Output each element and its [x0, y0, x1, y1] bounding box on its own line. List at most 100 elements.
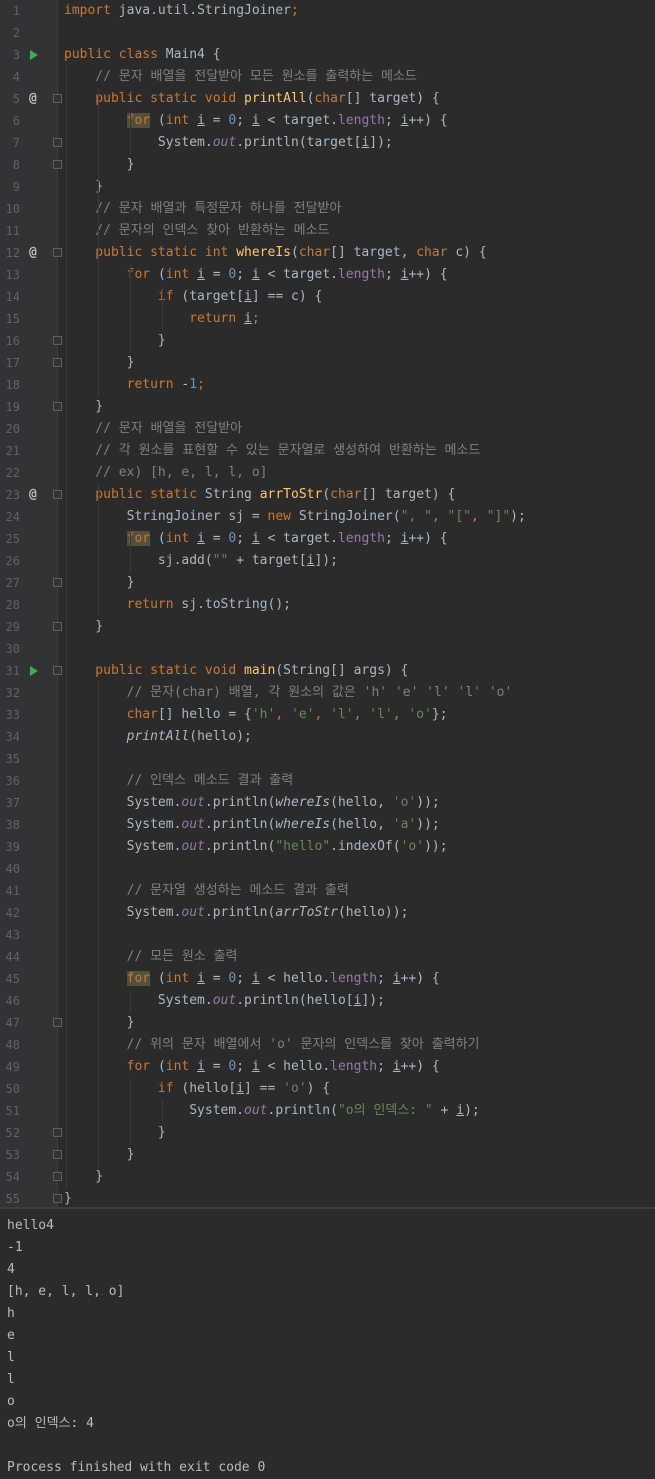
- code-line[interactable]: // 모든 원소 출력: [64, 946, 238, 968]
- code-line[interactable]: }: [64, 616, 103, 638]
- code-line[interactable]: }: [64, 1144, 135, 1166]
- code-line[interactable]: // 문자 배열을 전달받아 모든 원소를 출력하는 메소드: [64, 66, 417, 88]
- fold-icon[interactable]: [53, 1172, 62, 1181]
- fold-icon[interactable]: [53, 1194, 62, 1203]
- code-line[interactable]: }: [64, 154, 135, 176]
- code-line[interactable]: System.out.println("hello".indexOf('o'))…: [64, 836, 448, 858]
- code-line[interactable]: if (target[i] == c) {: [64, 286, 322, 308]
- code-token: public static: [64, 487, 205, 502]
- line-number: 17: [5, 356, 20, 370]
- code-token: i: [197, 531, 205, 546]
- code-line[interactable]: for (int i = 0; i < hello.length; i++) {: [64, 968, 440, 990]
- code-line[interactable]: for (int i = 0; i < hello.length; i++) {: [64, 1056, 440, 1078]
- override-icon[interactable]: @: [29, 242, 37, 264]
- code-line[interactable]: // 문자의 인덱스 찾아 반환하는 메소드: [64, 220, 329, 242]
- code-token: for: [126, 1059, 158, 1074]
- code-line[interactable]: // 위의 문자 배열에서 'o' 문자의 인덱스를 찾아 출력하기: [64, 1034, 480, 1056]
- run-console[interactable]: hello4 -1 4 [h, e, l, l, o] h e l l o o의 인덱스: 4 Pr…: [0, 1207, 655, 1478]
- fold-icon[interactable]: [53, 578, 62, 587]
- code-token: i: [251, 971, 260, 986]
- code-token: ", ": [400, 509, 432, 524]
- code-token: out: [244, 1103, 268, 1118]
- code-line[interactable]: if (hello[i] == 'o') {: [64, 1078, 330, 1100]
- code-token: ]);: [369, 135, 393, 150]
- code-line[interactable]: for (int i = 0; i < target.length; i++) …: [64, 264, 448, 286]
- code-token: new: [267, 509, 299, 524]
- code-line[interactable]: public class Main4 {: [64, 44, 221, 66]
- fold-icon[interactable]: [53, 138, 62, 147]
- code-line[interactable]: for (int i = 0; i < target.length; i++) …: [64, 528, 448, 550]
- code-line[interactable]: System.out.println(target[i]);: [64, 132, 393, 154]
- code-token: // 문자 배열을 전달받아: [64, 421, 243, 436]
- fold-icon[interactable]: [53, 94, 62, 103]
- fold-icon[interactable]: [53, 490, 62, 499]
- code-line[interactable]: char[] hello = {'h', 'e', 'l', 'l', 'o'}…: [64, 704, 448, 726]
- code-line[interactable]: }: [64, 572, 135, 594]
- code-line[interactable]: // 문자 배열을 전달받아: [64, 418, 242, 440]
- code-line[interactable]: }: [64, 1122, 166, 1144]
- console-line: h: [7, 1306, 15, 1321]
- code-line[interactable]: return -1;: [64, 374, 205, 396]
- code-token: return: [189, 311, 245, 326]
- fold-icon[interactable]: [53, 336, 62, 345]
- code-line[interactable]: import java.util.StringJoiner;: [64, 0, 299, 22]
- code-line[interactable]: }: [64, 1012, 135, 1034]
- code-line[interactable]: sj.add("" + target[i]);: [64, 550, 338, 572]
- line-number: 26: [5, 554, 20, 568]
- line-number: 41: [5, 884, 20, 898]
- code-line[interactable]: // 문자(char) 배열, 각 원소의 값은 'h' 'e' 'l' 'l'…: [64, 682, 513, 704]
- override-icon[interactable]: @: [29, 484, 37, 506]
- fold-icon[interactable]: [53, 622, 62, 631]
- code-line[interactable]: System.out.println("o의 인덱스: " + i);: [64, 1100, 480, 1122]
- code-token: "": [212, 553, 229, 568]
- code-line[interactable]: // 각 원소를 표현할 수 있는 문자열로 생성하여 반환하는 메소드: [64, 440, 480, 462]
- fold-icon[interactable]: [53, 248, 62, 257]
- fold-icon[interactable]: [53, 160, 62, 169]
- fold-icon[interactable]: [53, 1128, 62, 1137]
- fold-icon[interactable]: [53, 358, 62, 367]
- code-line[interactable]: }: [64, 330, 166, 352]
- code-line[interactable]: // 문자 배열과 특정문자 하나를 전달받아: [64, 198, 341, 220]
- run-icon[interactable]: [30, 666, 38, 676]
- run-icon[interactable]: [30, 50, 38, 60]
- code-token: return: [126, 377, 182, 392]
- code-line[interactable]: }: [64, 352, 135, 374]
- code-line[interactable]: public static int whereIs(char[] target,…: [64, 242, 486, 264]
- fold-icon[interactable]: [53, 1018, 62, 1027]
- fold-icon[interactable]: [53, 402, 62, 411]
- indent-guide: [130, 1078, 131, 1144]
- code-token: (hello[: [181, 1081, 237, 1096]
- code-line[interactable]: }: [64, 1166, 103, 1188]
- code-line[interactable]: System.out.println(whereIs(hello, 'o'));: [64, 792, 440, 814]
- code-line[interactable]: StringJoiner sj = new StringJoiner(", ",…: [64, 506, 526, 528]
- fold-icon[interactable]: [53, 1150, 62, 1159]
- code-line[interactable]: }: [64, 396, 103, 418]
- code-line[interactable]: printAll(hello);: [64, 726, 252, 748]
- fold-icon[interactable]: [53, 666, 62, 675]
- code-token: );: [464, 1103, 480, 1118]
- code-token: ;: [384, 267, 401, 282]
- code-line[interactable]: System.out.println(whereIs(hello, 'a'));: [64, 814, 440, 836]
- code-token: // 각 원소를 표현할 수 있는 문자열로 생성하여 반환하는 메소드: [64, 443, 481, 458]
- code-line[interactable]: System.out.println(arrToStr(hello));: [64, 902, 409, 924]
- code-line[interactable]: public static void printAll(char[] targe…: [64, 88, 439, 110]
- code-token: "hello": [275, 839, 331, 854]
- code-line[interactable]: // ex) [h, e, l, l, o]: [64, 462, 267, 484]
- code-line[interactable]: public static void main(String[] args) {: [64, 660, 408, 682]
- code-line[interactable]: // 문자열 생성하는 메소드 결과 출력: [64, 880, 349, 902]
- code-line[interactable]: System.out.println(hello[i]);: [64, 990, 385, 1012]
- code-line[interactable]: public static String arrToStr(char[] tar…: [64, 484, 455, 506]
- code-token: ,: [431, 509, 448, 524]
- code-token: .println(: [204, 905, 276, 920]
- console-line: e: [7, 1328, 15, 1343]
- override-icon[interactable]: @: [29, 88, 37, 110]
- code-line[interactable]: for (int i = 0; i < target.length; i++) …: [64, 110, 448, 132]
- indent-guide: [66, 66, 67, 1188]
- code-token: ;: [236, 531, 252, 546]
- code-editor[interactable]: 1 2 3 4 5 6 7 8 9 10 11 12 13 14 15 16 17 18 19 20 21 22 23 24 2…: [0, 0, 655, 1207]
- code-token: "[": [447, 509, 472, 524]
- line-gutter[interactable]: 1 2 3 4 5 6 7 8 9 10 11 12 13 14 15 16 17 18 19 20 21 22 23 24 2…: [0, 0, 57, 1207]
- code-token: (: [150, 531, 166, 546]
